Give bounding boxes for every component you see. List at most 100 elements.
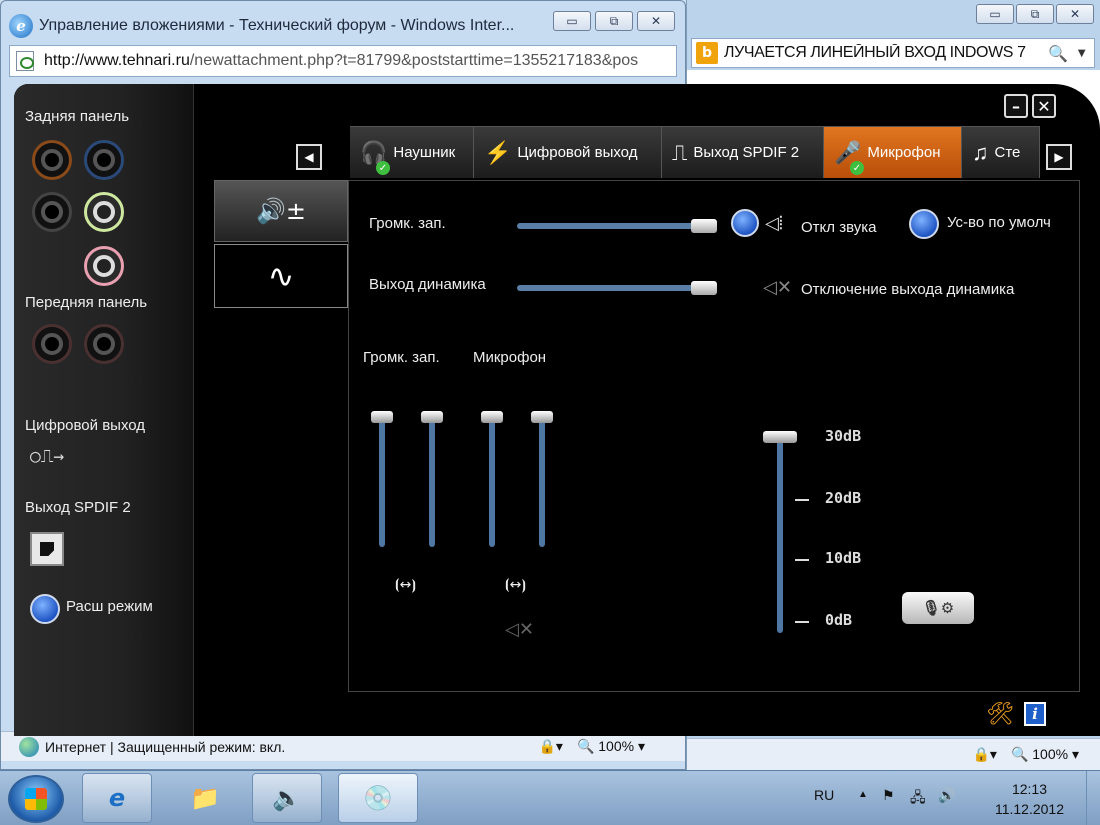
windows-logo-icon: [25, 788, 47, 810]
music-note-icon: ♫: [972, 139, 989, 165]
network-icon[interactable]: 🖧: [910, 787, 926, 811]
jack-pink[interactable]: [84, 246, 124, 286]
mute-label: Откл звука: [801, 219, 877, 236]
front-jack-left[interactable]: [32, 324, 72, 364]
clock-date: 11.12.2012: [994, 801, 1064, 817]
rec-volume-label: Громк. зап.: [369, 215, 446, 232]
minimize-button[interactable]: ▭: [553, 11, 591, 31]
zoom-level[interactable]: 🔍 100% ▾: [1011, 746, 1079, 763]
ie-logo-icon: e: [9, 14, 33, 38]
tab-spdif2[interactable]: ⎍ Выход SPDIF 2: [662, 126, 824, 178]
folder-icon: 📁: [190, 784, 220, 812]
restore-button[interactable]: ⧉: [595, 11, 633, 31]
mic-left-slider[interactable]: [481, 411, 503, 547]
close-button[interactable]: ✕: [1056, 4, 1094, 24]
status-text: Интернет | Защищенный режим: вкл.: [45, 738, 286, 755]
tab-scroll-right-button[interactable]: ▶: [1046, 144, 1072, 170]
rec-volume-right-slider[interactable]: [421, 411, 443, 547]
tools-icon[interactable]: 🛠: [986, 702, 1014, 727]
spdif-port-icon[interactable]: [30, 532, 64, 566]
clock[interactable]: 12:13 11.12.2012: [995, 779, 1064, 819]
info-icon[interactable]: i: [1024, 702, 1046, 726]
mic-boost-thumb[interactable]: [763, 431, 797, 443]
speaker-out-slider[interactable]: [517, 281, 717, 295]
disc-icon: 💿: [363, 784, 393, 812]
advanced-mode-toggle[interactable]: [30, 594, 60, 624]
globe-icon: [19, 736, 39, 757]
rec-volume-column-label: Громк. зап.: [363, 349, 440, 366]
zoom-level[interactable]: 🔍 100% ▾: [577, 738, 645, 755]
taskbar-realtek-button[interactable]: 🔈: [252, 773, 322, 823]
mic-mute-icon[interactable]: ◁✕: [505, 619, 534, 640]
tab-label: Сте: [994, 144, 1021, 161]
microphone-settings-icon: 🎙⚙: [921, 599, 955, 617]
show-desktop-button[interactable]: [1086, 771, 1100, 825]
advanced-mode-label: Расш режим: [66, 598, 153, 615]
default-device-button[interactable]: [909, 209, 939, 239]
minimize-button[interactable]: –: [1004, 94, 1028, 118]
minimize-button[interactable]: ▭: [976, 4, 1014, 24]
taskbar-app-button[interactable]: 💿: [338, 773, 418, 823]
close-button[interactable]: ✕: [1032, 94, 1056, 118]
speaker-out-thumb[interactable]: [691, 281, 717, 295]
status-bar: 🔒▾ 🔍 100% ▾: [687, 738, 1100, 770]
connector-panel: Задняя панель Передняя панель Цифровой в…: [14, 84, 194, 736]
jack-orange[interactable]: [32, 140, 72, 180]
slider-thumb[interactable]: [531, 411, 553, 423]
mic-advanced-button[interactable]: 🎙⚙: [902, 592, 974, 624]
url-text[interactable]: http://www.tehnari.ru/newattachment.php?…: [44, 52, 664, 70]
slider-thumb[interactable]: [481, 411, 503, 423]
security-icon[interactable]: 🔒▾: [972, 746, 996, 763]
flag-icon[interactable]: ⚑: [882, 787, 895, 804]
tab-scroll-left-button[interactable]: ◀: [296, 144, 322, 170]
tab-headphones[interactable]: 🎧 ✓ Наушник: [350, 126, 474, 178]
url-domain: http://www.tehnari.ru: [44, 52, 190, 69]
jack-black[interactable]: [32, 192, 72, 232]
address-bar[interactable]: http://www.tehnari.ru/newattachment.php?…: [9, 45, 677, 77]
mic-right-slider[interactable]: [531, 411, 553, 547]
start-button[interactable]: [8, 775, 64, 823]
speaker-volume-icon: 🔊±: [256, 197, 306, 225]
search-icon[interactable]: 🔍: [1048, 44, 1068, 63]
restore-button[interactable]: ⧉: [1016, 4, 1054, 24]
taskbar-explorer-button[interactable]: 📁: [170, 773, 240, 823]
digital-out-icon[interactable]: ○⎍→: [30, 446, 64, 467]
boost-label-20: 20dB: [825, 489, 862, 507]
mic-boost-slider[interactable]: [763, 431, 797, 633]
digital-out-label: Цифровой выход: [25, 417, 146, 434]
rec-volume-thumb[interactable]: [691, 219, 717, 233]
zoom-value: 100%: [598, 738, 635, 754]
security-icon[interactable]: 🔒▾: [538, 738, 562, 755]
url-path: /newattachment.php?t=81799&poststarttime…: [189, 52, 639, 69]
link-channels-icon[interactable]: ⦗↔⦘: [395, 577, 416, 593]
speaker-icon: ◁⦙: [765, 213, 783, 234]
front-jack-right[interactable]: [84, 324, 124, 364]
digital-plug-icon: ⚡: [484, 139, 512, 165]
tab-digital-out[interactable]: ⚡ Цифровой выход: [474, 126, 662, 178]
link-channels-icon[interactable]: ⦗↔⦘: [505, 577, 526, 593]
jack-blue[interactable]: [84, 140, 124, 180]
chevron-down-icon[interactable]: ▼: [1078, 48, 1086, 59]
bing-icon: b: [696, 42, 718, 64]
search-input[interactable]: ЛУЧАЕТСЯ ЛИНЕЙНЫЙ ВХОД INDOWS 7: [724, 44, 1042, 62]
effects-subtab[interactable]: ∿: [214, 244, 348, 308]
rec-volume-slider[interactable]: [517, 219, 717, 233]
language-indicator[interactable]: RU: [814, 787, 834, 803]
close-button[interactable]: ✕: [637, 11, 675, 31]
volume-subtab[interactable]: 🔊±: [214, 180, 348, 242]
tab-stereo-mix[interactable]: ♫ Сте: [962, 126, 1040, 178]
speaker-mute-icon[interactable]: ◁✕: [763, 277, 792, 298]
mute-radio[interactable]: [731, 209, 759, 237]
show-hidden-icons-icon[interactable]: ▲: [858, 789, 868, 800]
volume-icon[interactable]: 🔊: [938, 787, 955, 804]
tab-microphone[interactable]: 🎤 ✓ Микрофон: [824, 126, 962, 178]
slider-thumb[interactable]: [421, 411, 443, 423]
rec-volume-left-slider[interactable]: [371, 411, 393, 547]
slider-thumb[interactable]: [371, 411, 393, 423]
taskbar-ie-button[interactable]: e: [82, 773, 152, 823]
jack-lime[interactable]: [84, 192, 124, 232]
realtek-audio-manager: Задняя панель Передняя панель Цифровой в…: [14, 84, 1100, 736]
search-box[interactable]: b ЛУЧАЕТСЯ ЛИНЕЙНЫЙ ВХОД INDOWS 7 🔍 ▼: [691, 38, 1095, 68]
tab-label: Цифровой выход: [517, 144, 638, 161]
caption-buttons: ▭ ⧉ ✕: [553, 11, 675, 31]
